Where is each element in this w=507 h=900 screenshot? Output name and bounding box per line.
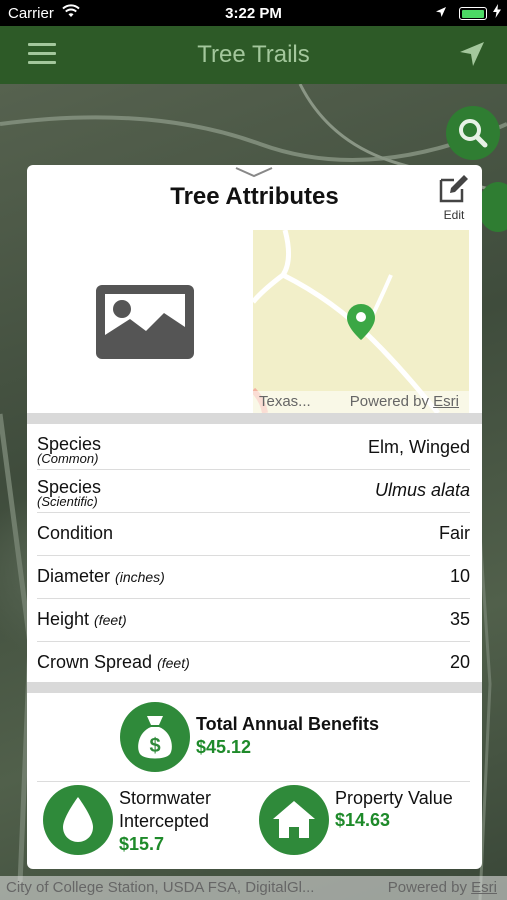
attribute-sublabel: (Scientific) [37,494,98,509]
benefit-property-value: $14.63 [335,810,391,830]
attribute-unit: (inches) [115,569,165,585]
edit-label: Edit [443,208,465,222]
attribute-row-condition: Condition Fair [37,513,470,556]
esri-link[interactable]: Esri [471,879,497,896]
svg-text:$: $ [149,735,160,757]
attribute-value: Ulmus alata [374,480,470,500]
attribute-value: 35 [449,609,470,629]
attribute-value: Elm, Winged [367,437,470,457]
map-attribution-sources: City of College Station, USDA FSA, Digit… [6,879,315,896]
edit-button[interactable]: Edit [436,173,472,222]
search-icon [459,119,488,148]
attribute-row-crown-spread: Crown Spread (feet) 20 [37,642,470,685]
location-services-icon [435,5,447,22]
map-pin-icon [347,304,375,340]
attribute-label: Condition [37,523,114,543]
attribute-unit: (feet) [94,612,127,628]
attribute-value: 10 [449,566,470,586]
water-drop-icon [43,785,113,855]
section-divider [27,682,482,693]
benefit-stormwater-value: $15.7 [119,834,165,854]
charging-icon [493,4,501,21]
attribute-sublabel: (Common) [37,451,99,466]
image-placeholder-icon[interactable] [96,285,194,364]
app-title: Tree Trails [197,41,310,68]
attribute-label: Diameter [37,566,111,586]
attribute-value: 20 [449,652,470,672]
status-bar: Carrier 3:22 PM [0,0,507,26]
benefit-total-value: $45.12 [196,737,252,757]
powered-by-label: Powered by [387,879,472,896]
attribute-row-species-scientific: Species (Scientific) Ulmus alata [37,470,470,513]
map-powered-by: Powered by Esri [388,876,497,900]
money-bag-icon: $ [120,702,190,772]
attribute-label: Crown Spread [37,652,153,672]
mini-map-powered-label: Powered by [349,393,434,410]
navigate-icon[interactable] [459,41,485,72]
benefit-property-label: Property Value [335,788,453,808]
house-icon [259,785,329,855]
chevron-down-icon[interactable] [234,165,274,184]
mini-map-source: Texas... [259,393,311,410]
clock: 3:22 PM [225,5,282,22]
battery-icon [459,7,487,20]
mini-map-attribution: Texas... Powered by Esri [253,391,469,413]
search-button[interactable] [446,106,500,160]
benefit-total-label: Total Annual Benefits [196,714,380,734]
benefit-stormwater-label-line1: Stormwater [119,788,212,808]
attribute-unit: (feet) [157,655,190,671]
attribute-value: Fair [439,523,470,543]
navigation-bar: Tree Trails [0,26,507,84]
mini-map-esri-link[interactable]: Esri [433,393,459,410]
attribute-row-species-common: Species (Common) Elm, Winged [37,427,470,470]
attribute-row-diameter: Diameter (inches) 10 [37,556,470,599]
card-title: Tree Attributes [170,183,339,210]
tree-attributes-card: Tree Attributes Edit Texas... Powered by… [27,165,482,869]
mini-map-powered-by: Powered by Esri [350,391,459,413]
map-attribution: City of College Station, USDA FSA, Digit… [0,876,507,900]
attribute-row-height: Height (feet) 35 [37,599,470,642]
benefits-divider [37,781,470,782]
tree-location-map[interactable]: Texas... Powered by Esri [253,230,469,413]
edit-icon [439,175,468,203]
attribute-label: Height [37,609,90,629]
section-divider [27,413,482,424]
benefit-stormwater-label-line2: Intercepted [119,811,210,831]
